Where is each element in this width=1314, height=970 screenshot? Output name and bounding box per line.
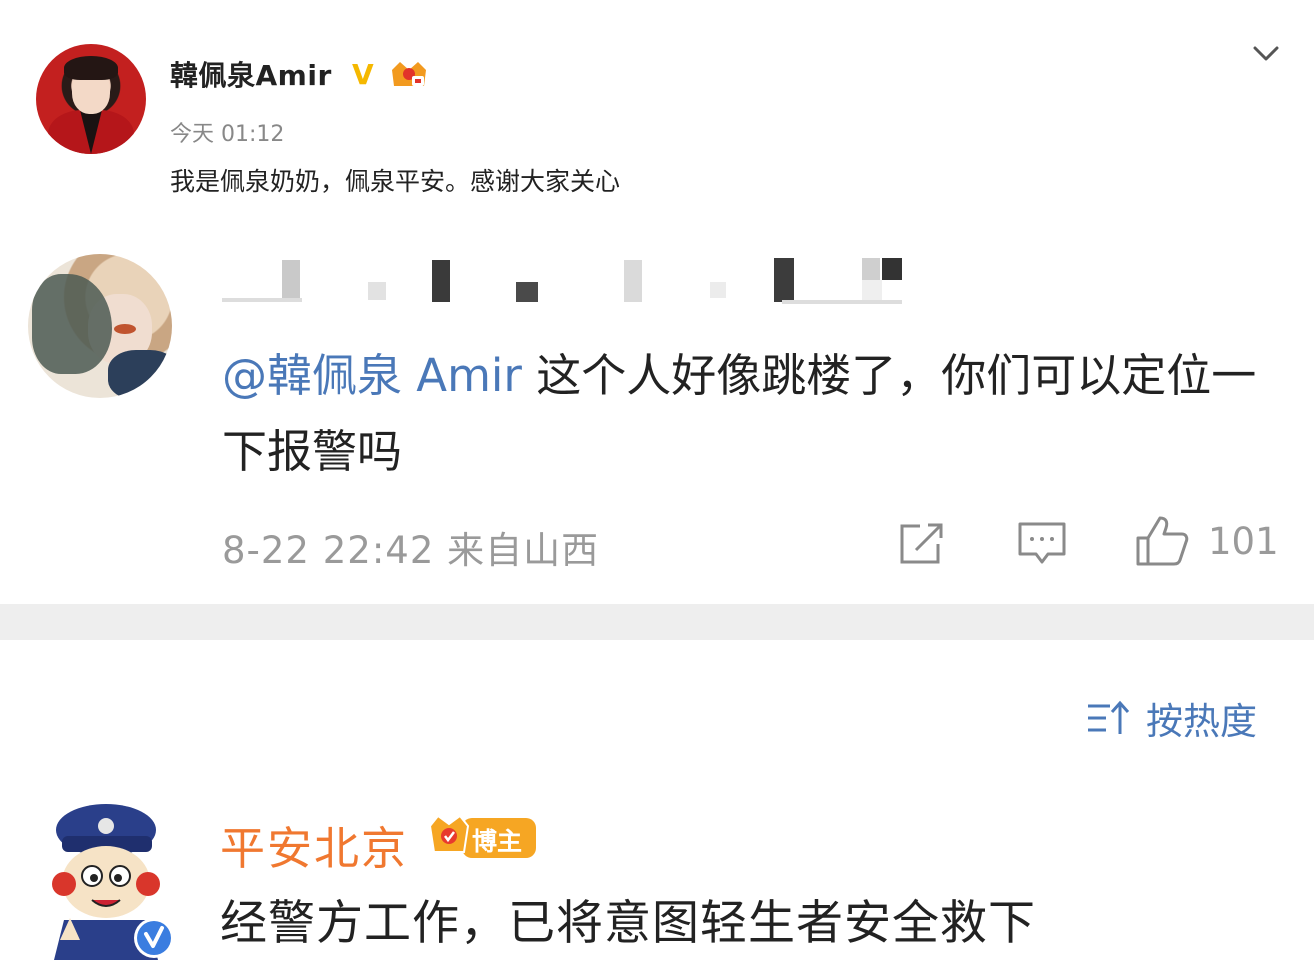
like-icon[interactable] bbox=[1134, 514, 1190, 568]
reply-avatar-hand bbox=[108, 350, 172, 398]
like-count: 101 bbox=[1208, 520, 1279, 563]
comment-icon[interactable] bbox=[1016, 520, 1068, 566]
share-icon[interactable] bbox=[896, 520, 946, 566]
crown-icon bbox=[428, 814, 470, 853]
avatar[interactable] bbox=[36, 44, 146, 154]
official-account-name[interactable]: 平安北京 bbox=[220, 812, 408, 877]
original-post: 韓佩泉Amir V 今天 01:12 我是佩泉奶奶，佩泉平安。感谢大家关心 bbox=[0, 0, 1314, 232]
section-divider bbox=[0, 604, 1314, 640]
sort-label: 按热度 bbox=[1146, 700, 1257, 743]
mention-link[interactable]: @韓佩泉 Amir bbox=[222, 349, 522, 402]
post-time: 今天 01:12 bbox=[170, 122, 285, 147]
reply-avatar-eye bbox=[114, 324, 136, 334]
official-comment-text: 经警方工作，已将意图轻生者安全救下 bbox=[220, 896, 1036, 951]
verified-icon: V bbox=[352, 58, 374, 91]
post-username[interactable]: 韓佩泉Amir bbox=[170, 54, 332, 94]
redacted-username bbox=[222, 258, 912, 308]
police-avatar[interactable] bbox=[40, 800, 180, 960]
sort-icon bbox=[1088, 700, 1130, 734]
post-text: 我是佩泉奶奶，佩泉平安。感谢大家关心 bbox=[170, 167, 621, 196]
reply-text: @韓佩泉 Amir 这个人好像跳楼了，你们可以定位一下报警吗 bbox=[222, 338, 1282, 490]
blogger-badge: 博主 bbox=[426, 810, 538, 860]
reply-avatar-hair bbox=[32, 274, 112, 374]
chevron-down-icon[interactable] bbox=[1250, 40, 1282, 68]
reply-meta: 8-22 22:42 来自山西 bbox=[222, 529, 600, 572]
badge-label: 博主 bbox=[472, 827, 523, 856]
reply-avatar[interactable] bbox=[28, 254, 172, 398]
fan-badge-icon bbox=[392, 62, 426, 86]
sort-by-hot-button[interactable]: 按热度 bbox=[1084, 694, 1257, 743]
avatar-hair bbox=[64, 56, 118, 80]
